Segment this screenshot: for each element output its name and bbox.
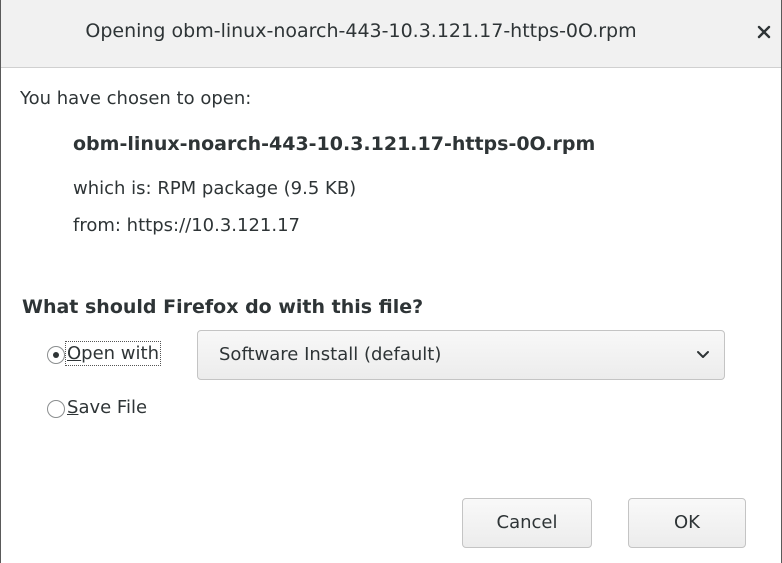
open-with-label[interactable]: Open with <box>65 341 161 366</box>
save-file-label[interactable]: Save File <box>67 397 147 418</box>
action-question: What should Firefox do with this file? <box>22 296 424 318</box>
dialog-titlebar[interactable]: Opening obm-linux-noarch-443-10.3.121.17… <box>1 0 781 68</box>
open-with-app-dropdown[interactable]: Software Install (default) <box>197 330 725 380</box>
close-button[interactable] <box>754 22 774 42</box>
radio-selected-dot <box>53 352 59 358</box>
close-icon <box>757 25 771 39</box>
chevron-down-icon <box>697 351 709 358</box>
dialog-title: Opening obm-linux-noarch-443-10.3.121.17… <box>85 20 637 42</box>
download-dialog: Opening obm-linux-noarch-443-10.3.121.17… <box>0 0 782 563</box>
ok-button[interactable]: OK <box>628 498 746 548</box>
save-file-radio[interactable] <box>47 400 65 418</box>
file-name: obm-linux-noarch-443-10.3.121.17-https-0… <box>73 133 596 155</box>
cancel-button[interactable]: Cancel <box>462 498 592 548</box>
intro-text: You have chosen to open: <box>20 88 252 109</box>
file-type: which is: RPM package (9.5 KB) <box>73 178 357 199</box>
file-source: from: https://10.3.121.17 <box>73 215 300 236</box>
open-with-app-value: Software Install (default) <box>219 344 442 365</box>
open-with-radio[interactable] <box>47 346 65 364</box>
